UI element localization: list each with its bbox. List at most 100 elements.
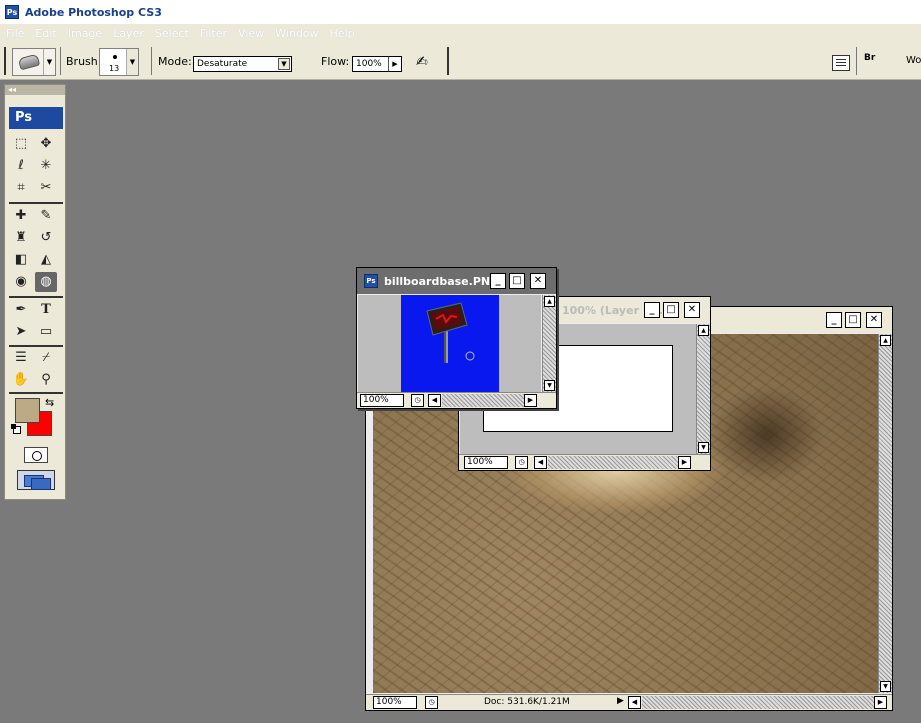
airbrush-icon[interactable]: ✍ <box>416 54 436 72</box>
minimize-button[interactable]: _ <box>644 302 660 318</box>
menu-image[interactable]: Image <box>68 27 102 40</box>
vertical-scrollbar[interactable]: ▲ ▼ <box>878 334 892 693</box>
status-menu-icon[interactable]: ◷ <box>411 394 424 407</box>
paint-bucket-tool-icon[interactable]: ◭ <box>35 250 57 270</box>
menu-view[interactable]: View <box>238 27 264 40</box>
default-colors-icon[interactable] <box>11 424 21 434</box>
menu-layer[interactable]: Layer <box>113 27 144 40</box>
scroll-up-icon[interactable]: ▲ <box>880 335 891 346</box>
rectangle-tool-icon[interactable]: ▭ <box>35 322 57 342</box>
maximize-button[interactable]: □ <box>663 302 679 318</box>
vertical-scrollbar[interactable]: ▲ ▼ <box>696 324 710 454</box>
magic-wand-tool-icon[interactable]: ✳ <box>35 156 57 176</box>
scroll-left-icon[interactable]: ◀ <box>428 394 441 407</box>
brush-tip-icon <box>113 55 117 59</box>
blur-tool-icon[interactable]: ◉ <box>10 272 32 292</box>
scroll-down-icon[interactable]: ▼ <box>698 442 709 453</box>
foreground-color-swatch[interactable] <box>15 398 40 423</box>
history-brush-tool-icon[interactable]: ↺ <box>35 228 57 248</box>
brush-picker[interactable]: 13 ▼ <box>99 48 139 76</box>
eraser-tool-icon[interactable]: ◧ <box>10 250 32 270</box>
zoom-field[interactable]: 100% <box>373 696 417 709</box>
menu-help[interactable]: Help <box>330 27 355 40</box>
hand-tool-icon[interactable]: ✋ <box>10 370 32 390</box>
chevron-right-icon[interactable]: ▶ <box>388 57 401 71</box>
horizontal-scrollbar[interactable] <box>442 394 524 407</box>
type-tool-icon[interactable]: T <box>35 300 57 320</box>
zoom-tool-icon[interactable]: ⚲ <box>35 370 57 390</box>
divider <box>9 345 63 347</box>
flow-input[interactable]: 100% ▶ <box>352 56 402 72</box>
maximize-button[interactable]: □ <box>845 312 861 328</box>
scroll-left-icon[interactable]: ◀ <box>628 696 641 709</box>
ps-document-icon: Ps <box>364 274 378 288</box>
status-arrow-icon[interactable]: ▶ <box>614 696 627 709</box>
path-selection-tool-icon[interactable]: ➤ <box>10 322 32 342</box>
move-tool-icon[interactable]: ✥ <box>35 134 57 154</box>
minimize-button[interactable]: _ <box>826 312 842 328</box>
palette-well-icon[interactable] <box>832 55 850 71</box>
scroll-right-icon[interactable]: ▶ <box>678 456 691 469</box>
healing-brush-tool-icon[interactable]: ✚ <box>10 206 32 226</box>
scroll-down-icon[interactable]: ▼ <box>544 380 555 391</box>
horizontal-scrollbar[interactable] <box>642 696 874 709</box>
chevron-down-icon[interactable]: ▼ <box>278 58 290 70</box>
workspace-button[interactable]: Wo <box>906 55 921 66</box>
close-button[interactable]: ✕ <box>684 302 700 318</box>
billboard-canvas-area[interactable] <box>358 295 541 392</box>
scroll-right-icon[interactable]: ▶ <box>524 394 537 407</box>
scroll-right-icon[interactable]: ▶ <box>874 696 887 709</box>
zoom-field[interactable]: 100% <box>360 394 404 407</box>
menu-edit[interactable]: Edit <box>35 27 56 40</box>
slice-tool-icon[interactable]: ✂ <box>35 178 57 198</box>
menu-filter[interactable]: Filter <box>200 27 227 40</box>
menu-select[interactable]: Select <box>155 27 189 40</box>
chevron-down-icon[interactable]: ▼ <box>126 49 138 75</box>
scroll-up-icon[interactable]: ▲ <box>698 325 709 336</box>
eraser-icon <box>17 53 41 71</box>
billboard-window-titlebar[interactable]: Ps billboardbase.PNG ... <box>357 268 556 294</box>
status-menu-icon[interactable]: ◷ <box>425 696 438 709</box>
zoom-field[interactable]: 100% <box>464 456 508 469</box>
tool-preset-picker[interactable]: ▼ <box>12 48 56 76</box>
close-button[interactable]: ✕ <box>530 273 546 289</box>
sponge-tool-icon[interactable]: ◍ <box>35 272 57 292</box>
ps-logo[interactable]: Ps <box>9 107 63 129</box>
quick-mask-icon[interactable] <box>24 447 48 463</box>
maximize-button[interactable]: □ <box>509 273 525 289</box>
chevron-down-icon[interactable]: ▼ <box>43 49 55 75</box>
app-titlebar: Ps Adobe Photoshop CS3 <box>0 0 921 24</box>
minimize-button[interactable]: _ <box>490 273 506 289</box>
status-menu-icon[interactable]: ◷ <box>515 456 528 469</box>
toolbox-header[interactable]: ◂◂ <box>5 85 65 95</box>
toolbox: ◂◂ Ps ⬚ ✥ ℓ ✳ ⌗ ✂ ✚ ✎ ♜ ↺ ◧ ◭ ◉ ◍ ✒ T ➤ … <box>4 84 66 500</box>
scroll-up-icon[interactable]: ▲ <box>544 296 555 307</box>
brush-size: 13 <box>109 64 120 73</box>
menu-window[interactable]: Window <box>275 27 318 40</box>
notes-tool-icon[interactable]: ☰ <box>10 348 32 368</box>
screen-mode-icon[interactable] <box>17 470 55 490</box>
marquee-tool-icon[interactable]: ⬚ <box>10 134 32 154</box>
swap-colors-icon[interactable]: ⇆ <box>45 396 54 409</box>
pen-tool-icon[interactable]: ✒ <box>10 300 32 320</box>
bridge-icon[interactable]: Br <box>864 53 888 73</box>
close-button[interactable]: ✕ <box>866 312 882 328</box>
billboard-window-title: billboardbase.PNG ... <box>384 275 499 288</box>
crop-tool-icon[interactable]: ⌗ <box>10 178 32 198</box>
billboard-document-window[interactable]: Ps billboardbase.PNG ... _ □ ✕ ▲ ▼ 100% … <box>356 267 557 409</box>
menu-file[interactable]: File <box>6 27 24 40</box>
clone-stamp-tool-icon[interactable]: ♜ <box>10 228 32 248</box>
brush-tool-icon[interactable]: ✎ <box>35 206 57 226</box>
scroll-down-icon[interactable]: ▼ <box>880 681 891 692</box>
collapse-icon[interactable]: ◂◂ <box>8 85 16 94</box>
billboard-canvas[interactable] <box>401 295 499 392</box>
mode-value: Desaturate <box>197 59 248 69</box>
horizontal-scrollbar[interactable] <box>548 456 678 469</box>
lasso-tool-icon[interactable]: ℓ <box>10 156 32 176</box>
mode-select[interactable]: Desaturate ▼ <box>193 56 292 72</box>
vertical-scrollbar[interactable]: ▲ ▼ <box>542 295 556 392</box>
options-gripper[interactable] <box>4 47 6 75</box>
divider <box>447 47 449 75</box>
scroll-left-icon[interactable]: ◀ <box>534 456 547 469</box>
eyedropper-tool-icon[interactable]: ⌿ <box>35 348 57 368</box>
